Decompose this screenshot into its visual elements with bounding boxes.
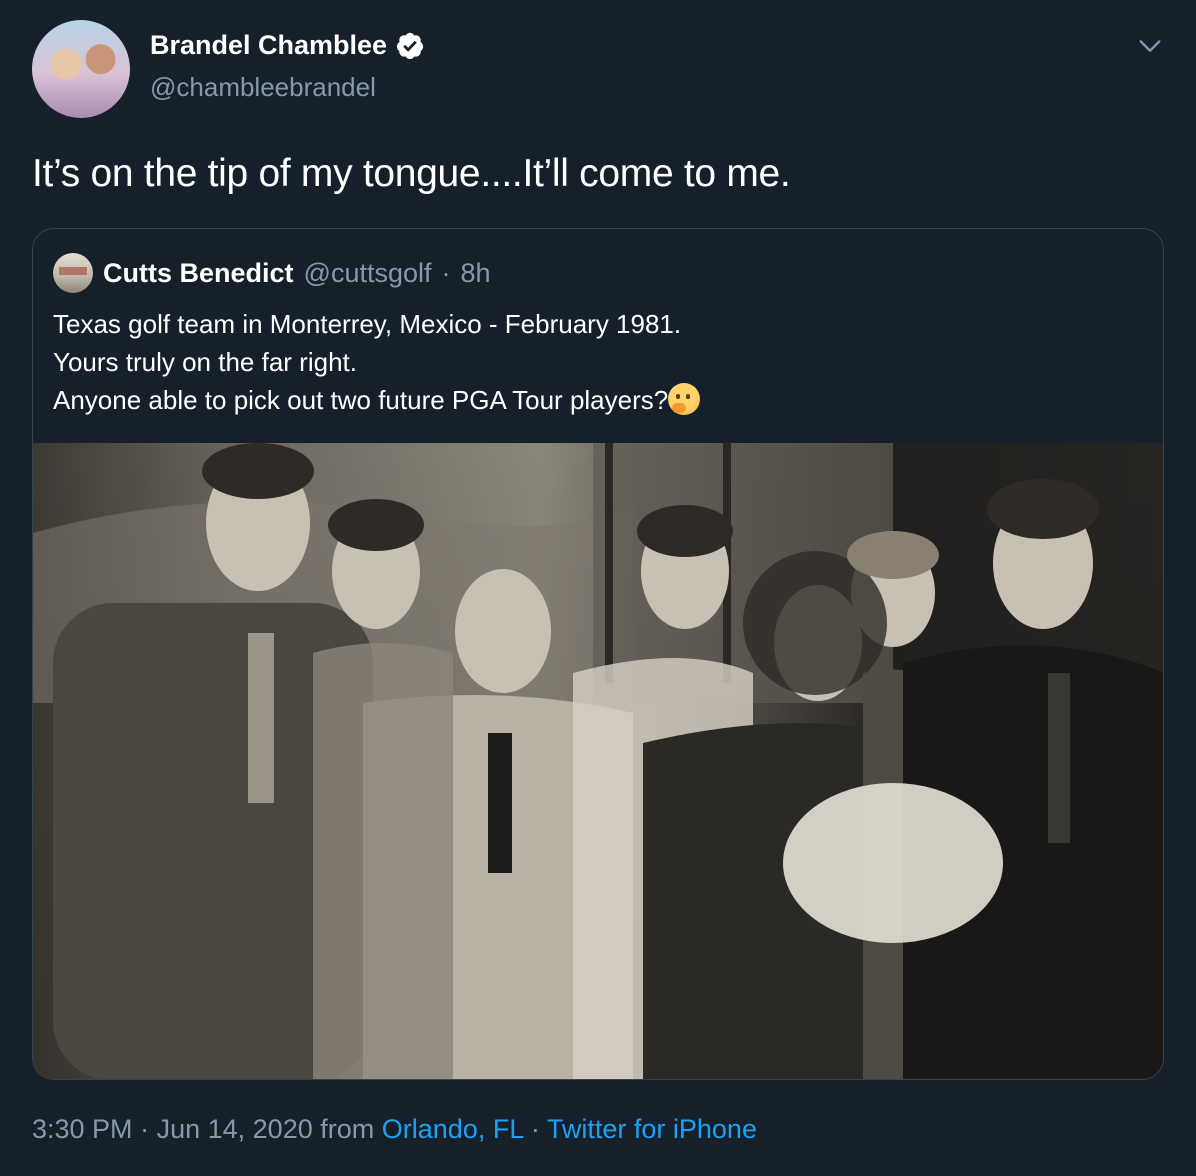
- from-label: from: [320, 1114, 375, 1144]
- separator-dot: ·: [140, 1114, 150, 1144]
- photo-illustration: [33, 443, 1163, 1079]
- separator-dot: ·: [441, 257, 451, 288]
- quoted-tweet[interactable]: Cutts Benedict @cuttsgolf · 8h Texas gol…: [32, 228, 1164, 1080]
- author-avatar[interactable]: [32, 20, 130, 118]
- author-name-row[interactable]: Brandel Chamblee: [150, 30, 425, 61]
- quoted-tweet-line: Texas golf team in Monterrey, Mexico - F…: [53, 309, 682, 339]
- tweet-card: Brandel Chamblee @chambleebrandel It’s o…: [0, 0, 1196, 1176]
- quoted-tweet-text: Texas golf team in Monterrey, Mexico - F…: [53, 305, 701, 419]
- tweet-footer: 3:30 PM · Jun 14, 2020 from Orlando, FL …: [32, 1114, 757, 1145]
- chevron-down-icon[interactable]: [1136, 32, 1164, 60]
- tweet-text: It’s on the tip of my tongue....It’ll co…: [32, 152, 791, 195]
- tweet-date[interactable]: Jun 14, 2020: [157, 1114, 313, 1144]
- quoted-tweet-time: 8h: [460, 257, 491, 288]
- tweet-time[interactable]: 3:30 PM: [32, 1114, 133, 1144]
- quoted-tweet-line: Anyone able to pick out two future PGA T…: [53, 385, 669, 415]
- quoted-tweet-line-with-emoji: Anyone able to pick out two future PGA T…: [53, 381, 701, 419]
- quoted-author-name: Cutts Benedict: [103, 257, 294, 288]
- source-link[interactable]: Twitter for iPhone: [547, 1114, 757, 1144]
- quoted-author-avatar: [53, 253, 93, 293]
- quoted-tweet-header: Cutts Benedict @cuttsgolf · 8h: [53, 253, 491, 293]
- quoted-tweet-line: Yours truly on the far right.: [53, 347, 357, 377]
- quoted-author-handle: @cuttsgolf: [303, 257, 432, 288]
- verified-badge-icon: [396, 32, 424, 59]
- thinking-face-emoji: [668, 383, 701, 415]
- author-name[interactable]: Brandel Chamblee: [150, 30, 387, 61]
- quoted-tweet-photo[interactable]: [33, 443, 1163, 1079]
- separator-dot: ·: [530, 1114, 540, 1144]
- location-link[interactable]: Orlando, FL: [382, 1114, 524, 1144]
- author-handle[interactable]: @chambleebrandel: [150, 72, 376, 103]
